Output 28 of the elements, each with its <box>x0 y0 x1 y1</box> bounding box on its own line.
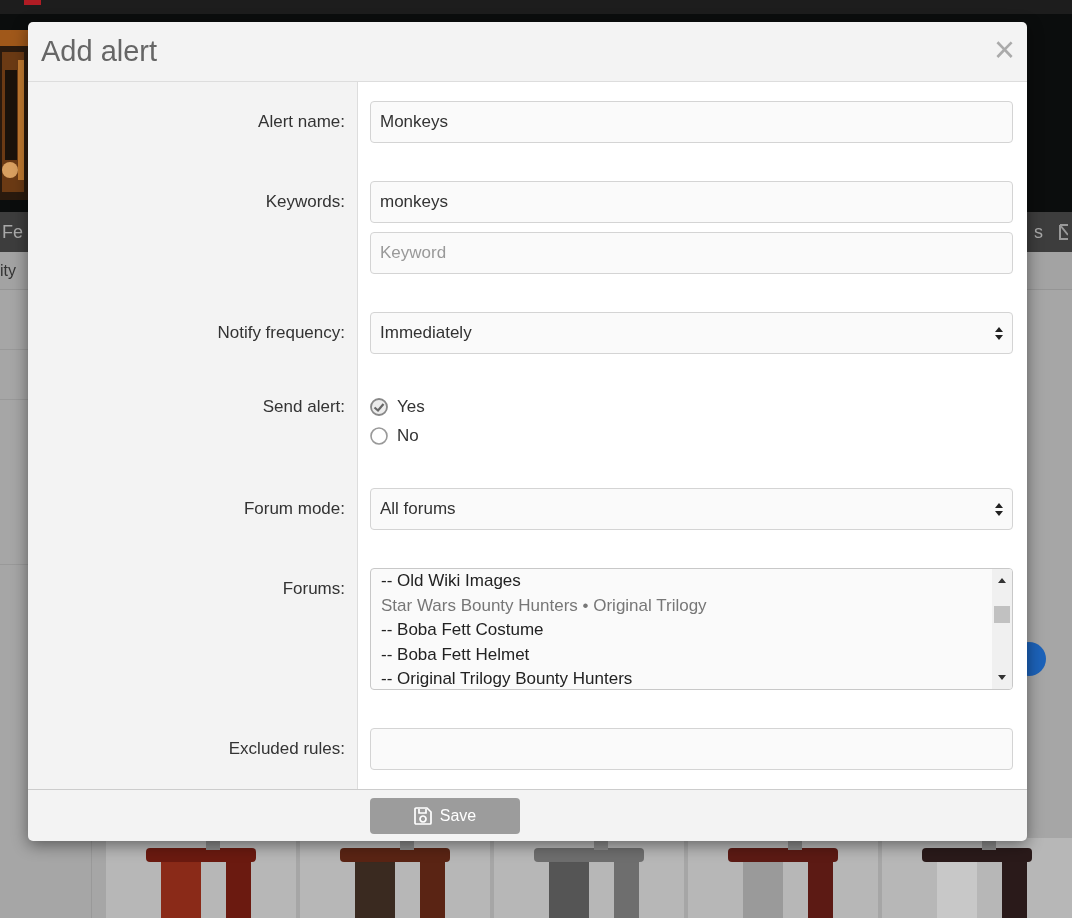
envelope-icon[interactable] <box>1059 224 1068 240</box>
updown-arrow-icon <box>995 502 1003 516</box>
field-label: Send alert: <box>261 396 345 418</box>
list-option[interactable]: -- Boba Fett Costume <box>381 618 982 643</box>
text-field[interactable]: Keyword <box>370 232 1013 274</box>
text-field[interactable]: Monkeys <box>370 101 1013 143</box>
dropdown[interactable]: All forums <box>370 488 1013 530</box>
group-heading: Star Wars Bounty Hunters • Original Trilogy <box>381 594 708 617</box>
list-option[interactable]: -- Old Wiki Images <box>381 569 982 594</box>
radio-option[interactable]: No <box>370 421 1013 450</box>
nav-link[interactable]: Fe <box>2 218 23 246</box>
text-field[interactable] <box>370 728 1013 770</box>
list-option[interactable]: -- Original Trilogy Bounty Hunters <box>381 667 982 689</box>
text-field[interactable]: monkeys <box>370 181 1013 223</box>
field-label: Notify frequency: <box>216 322 345 344</box>
field-label: Alert name: <box>257 111 345 133</box>
dropdown[interactable]: Immediately <box>370 312 1013 354</box>
tab-link[interactable]: ity <box>0 258 16 283</box>
field-label: Keywords: <box>264 191 345 213</box>
list-box[interactable]: -- Old Wiki Images Star Wars Bounty Hunters • Original Trilogy -- Boba Fett Costume -- Boba Fett Helmet -- Original Trilogy Bounty Hunters <box>370 568 1013 690</box>
field-label: Forums: <box>281 578 345 600</box>
field-label: Forum mode: <box>242 498 345 520</box>
dialog-title: Add alert <box>41 34 158 69</box>
nav-link[interactable]: s <box>1034 218 1043 246</box>
updown-arrow-icon <box>995 326 1003 340</box>
field-label: Excluded rules: <box>227 738 345 760</box>
list-option[interactable]: -- Boba Fett Helmet <box>381 642 982 667</box>
radio-option[interactable]: Yes <box>370 392 1013 421</box>
